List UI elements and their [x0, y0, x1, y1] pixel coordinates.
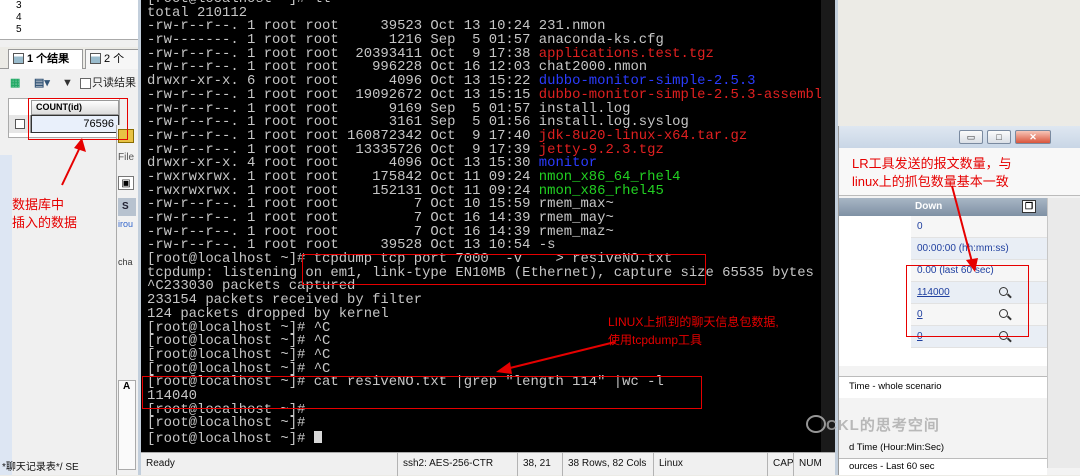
- arrowhead-db: [74, 138, 86, 152]
- highlight-box-tcpdump: [302, 254, 706, 285]
- annotation-lr-note: LR工具发送的报文数量，与 linux上的抓包数量基本一致: [852, 156, 1012, 189]
- highlight-box-grep-count: [142, 376, 702, 409]
- annotation-linux-note: LINUX上抓到的聊天信息包数据, 使用tcpdump工具: [608, 315, 779, 347]
- arrowhead-linux: [496, 362, 512, 374]
- arrow-lr: [951, 185, 973, 263]
- watermark: CKL的思考空间: [806, 414, 940, 435]
- annotation-db-note: 数据库中 插入的数据: [12, 197, 78, 230]
- highlight-box-lr-count: [906, 265, 1029, 337]
- arrow-linux: [509, 341, 616, 369]
